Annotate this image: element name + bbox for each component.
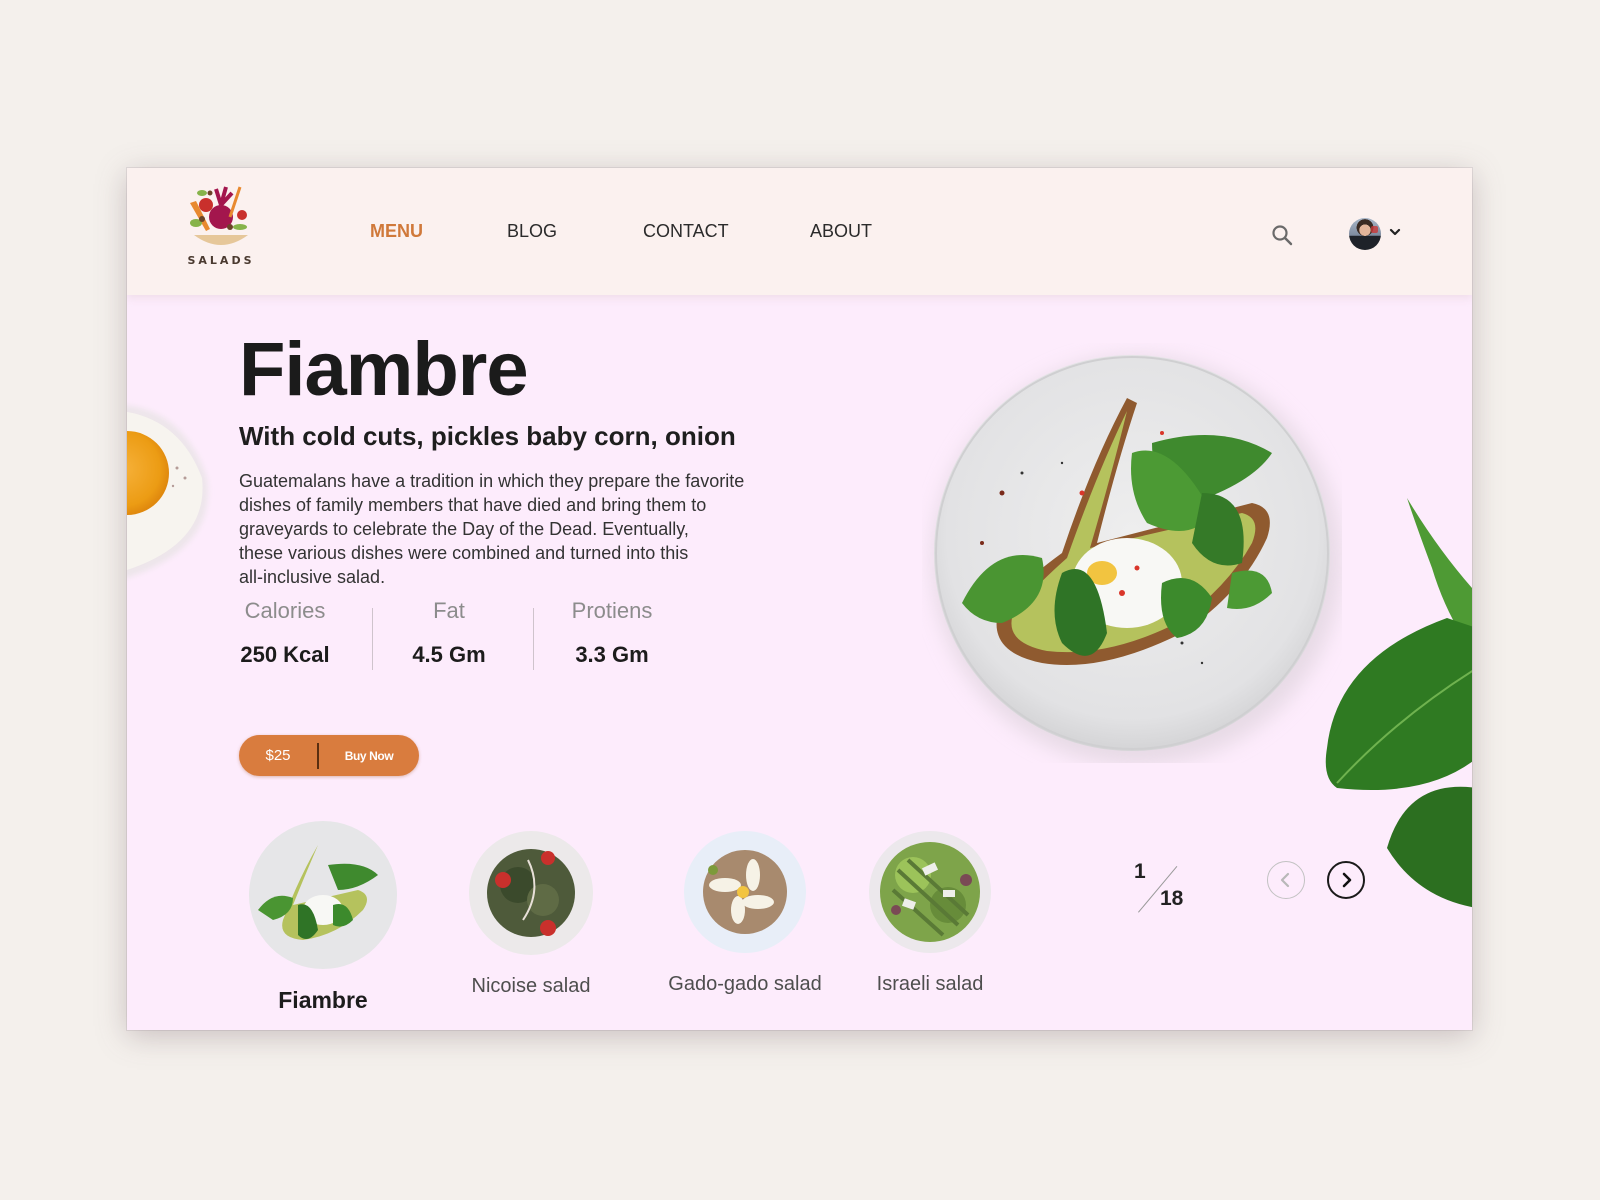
stat-value: 4.5 Gm: [412, 642, 486, 667]
slide-counter: 1 18: [1130, 860, 1190, 920]
stat-label: Fat: [433, 598, 465, 623]
landing-card: SALADS MENU BLOG CONTACT ABOUT Fiambre W…: [127, 168, 1472, 1030]
stat-divider: [372, 608, 373, 670]
buy-now-button[interactable]: $25 Buy Now: [239, 735, 419, 776]
stat-proteins: Protiens 3.3 Gm: [566, 598, 658, 668]
nav-menu[interactable]: MENU: [370, 221, 423, 242]
price-label: $25: [265, 747, 291, 764]
nav-blog[interactable]: BLOG: [507, 221, 557, 242]
prev-button[interactable]: [1267, 861, 1305, 899]
gado-gado-thumbnail-image: [684, 831, 806, 953]
hero-subtitle: With cold cuts, pickles baby corn, onion: [239, 421, 736, 451]
thumbnail-label: Israeli salad: [876, 973, 984, 995]
stat-value: 3.3 Gm: [575, 642, 649, 667]
site-header: SALADS MENU BLOG CONTACT ABOUT: [127, 168, 1472, 295]
search-icon[interactable]: [1270, 223, 1294, 247]
stat-divider: [533, 608, 534, 670]
stat-calories: Calories 250 Kcal: [239, 598, 331, 668]
nav-about[interactable]: ABOUT: [810, 221, 872, 242]
hero-title: Fiambre: [239, 327, 529, 412]
user-avatar[interactable]: [1349, 218, 1381, 250]
current-slide: 1: [1134, 860, 1146, 883]
thumbnail-label: Nicoise salad: [471, 975, 591, 997]
thumbnail-nicoise[interactable]: Nicoise salad: [459, 830, 603, 998]
thumbnail-gado-gado[interactable]: Gado-gado salad: [645, 830, 845, 996]
fried-egg-image: [127, 405, 208, 578]
stat-value: 250 Kcal: [240, 642, 330, 667]
salad-bowl-icon: [190, 186, 248, 245]
fiambre-thumbnail-image: [249, 821, 397, 969]
logo-text: SALADS: [187, 254, 255, 267]
spinach-leaves-image: [1325, 498, 1472, 907]
chevron-left-icon: [1280, 872, 1290, 888]
hero-description: Guatemalans have a tradition in which th…: [239, 471, 745, 587]
thumbnail-fiambre[interactable]: Fiambre: [247, 820, 399, 1014]
thumbnail-label: Fiambre: [278, 987, 368, 1013]
thumbnail-label: Gado-gado salad: [668, 973, 822, 995]
buy-now-label: Buy Now: [344, 748, 394, 763]
thumbnail-israeli[interactable]: Israeli salad: [855, 830, 1005, 996]
stat-fat: Fat 4.5 Gm: [409, 598, 489, 668]
nav-contact[interactable]: CONTACT: [643, 221, 729, 242]
chevron-down-icon[interactable]: [1388, 225, 1402, 239]
next-button[interactable]: [1327, 861, 1365, 899]
total-slides: 18: [1160, 887, 1184, 910]
hero-dish-image: [932, 355, 1342, 763]
stat-label: Calories: [244, 598, 326, 623]
stat-label: Protiens: [571, 598, 653, 623]
salads4u-logo[interactable]: SALADS: [180, 183, 262, 273]
israeli-thumbnail-image: [869, 831, 991, 953]
nicoise-thumbnail-image: [469, 831, 593, 955]
chevron-right-icon: [1342, 872, 1352, 888]
